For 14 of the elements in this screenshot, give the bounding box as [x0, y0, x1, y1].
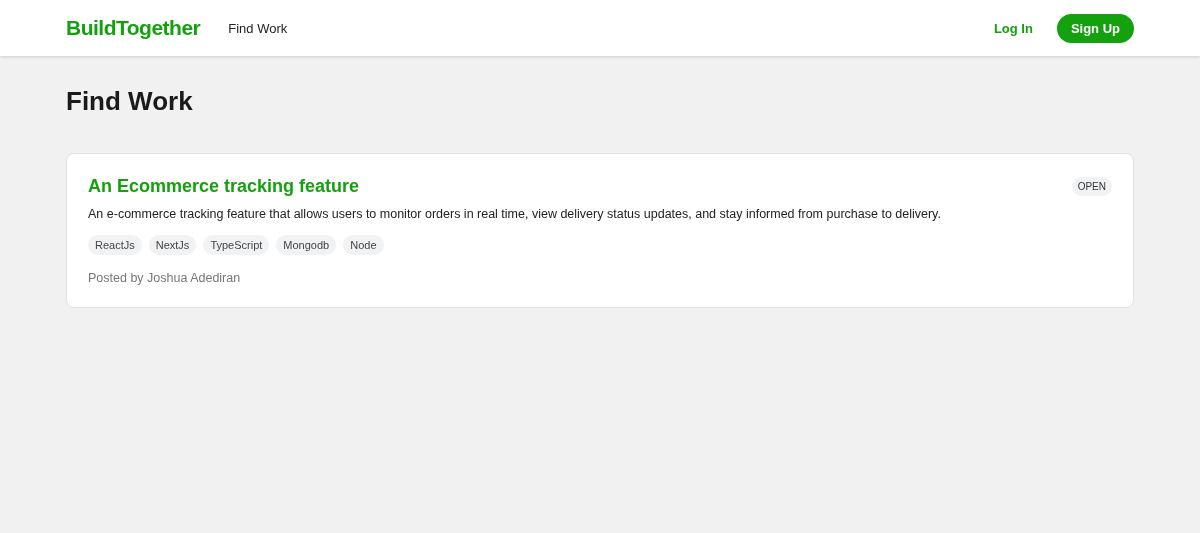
logo[interactable]: BuildTogether — [66, 16, 201, 40]
status-badge: OPEN — [1071, 177, 1112, 196]
signup-button[interactable]: Sign Up — [1056, 13, 1134, 43]
skill-tag: ReactJs — [88, 235, 142, 255]
skill-tag: Node — [343, 235, 384, 255]
skill-tag: Mongodb — [276, 235, 337, 255]
skill-tag: TypeScript — [203, 235, 270, 255]
job-description: An e-commerce tracking feature that allows users to monitor orders in real time, view delivery status updates, and stay informed from purchase to delivery. — [88, 207, 942, 221]
job-title[interactable]: An Ecommerce tracking feature — [88, 176, 360, 197]
nav-link[interactable]: Find Work — [228, 20, 288, 36]
page-title: Find Work — [66, 86, 194, 117]
posted-by: Posted by Joshua Adediran — [88, 271, 242, 285]
login-link[interactable]: Log In — [993, 20, 1033, 36]
skill-tag: NextJs — [148, 235, 197, 255]
